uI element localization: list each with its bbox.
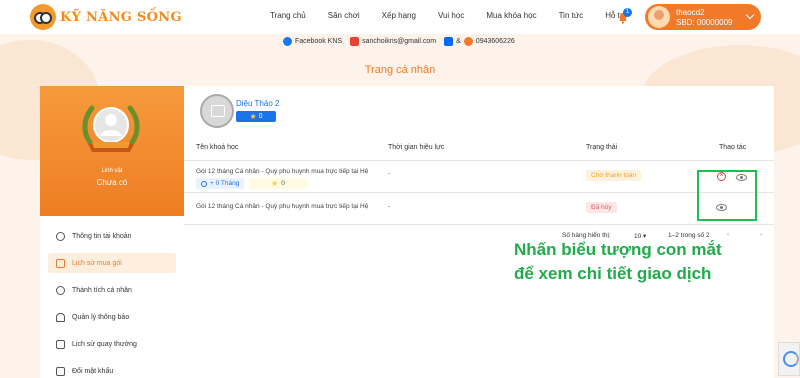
cart-icon (56, 258, 65, 268)
sidebar-item-spin-history[interactable]: Lịch sử quay thưởng (48, 334, 176, 354)
nav-ranking[interactable]: Xếp hạng (382, 11, 416, 20)
phone-link[interactable]: & 0943606226 (444, 37, 515, 46)
contact-bar: Facebook KNS sanchoikns@gmail.com & 0943… (283, 37, 523, 46)
instruction-line-1: Nhấn biểu tượng con mắt (514, 240, 722, 259)
clock-icon (201, 180, 207, 187)
bell-icon (56, 312, 65, 322)
nav-playground[interactable]: Sân chơi (328, 11, 360, 20)
prev-page-icon[interactable]: ‹ (727, 231, 729, 238)
main-content: Diệu Thảo 2 ★ 0 Tên khoá học Thời gian h… (184, 86, 774, 378)
user-menu[interactable]: thaocd2 SBD: 00000009 (645, 4, 761, 30)
chevron-down-icon (745, 10, 755, 20)
lock-icon (56, 366, 65, 376)
user-icon (56, 231, 65, 241)
sidebar-item-label: Thông tin tài khoản (72, 232, 132, 240)
header-validity: Thời gian hiệu lực (388, 144, 445, 151)
user-avatar (648, 6, 670, 28)
row1-months: + 0 Tháng (210, 180, 240, 187)
history-icon (56, 339, 65, 349)
sidebar-item-purchase-history[interactable]: Lịch sử mua gói (48, 253, 176, 273)
contact-ampersand: & (456, 38, 461, 45)
profile-name: Diệu Thảo 2 (236, 99, 280, 108)
image-placeholder-icon (211, 105, 225, 117)
divider (184, 160, 774, 161)
row1-months-chip: + 0 Tháng (196, 178, 245, 189)
row1-status-badge: Chờ thanh toán (586, 170, 642, 181)
row2-validity: - (388, 203, 391, 210)
recaptcha-badge[interactable] (778, 342, 800, 376)
rows-per-page-select[interactable]: 10 ▾ (634, 232, 646, 240)
main-nav: Trang chủ Sân chơi Xếp hạng Vui học Mua … (270, 11, 650, 20)
sidebar-item-label: Quản lý thông báo (72, 313, 130, 321)
sidebar: Linh vật Chưa có Thông tin tài khoản Lịc… (40, 86, 184, 378)
laurel-avatar-icon (82, 105, 140, 152)
sidebar-item-label: Lịch sử mua gói (72, 259, 122, 267)
header-status: Trạng thái (586, 144, 618, 151)
highlight-box (697, 170, 757, 221)
nav-home[interactable]: Trang chủ (270, 11, 306, 20)
nav-news[interactable]: Tin tức (559, 11, 584, 20)
next-page-icon[interactable]: › (760, 231, 762, 238)
sidebar-item-account-info[interactable]: Thông tin tài khoản (48, 226, 176, 246)
notification-count-badge: 1 (623, 8, 632, 17)
user-name: thaocd2 (676, 8, 705, 17)
page-title: Trang cá nhân (364, 64, 436, 76)
top-header: KỸ NĂNG SỐNG Trang chủ Sân chơi Xếp hạng… (0, 0, 800, 34)
pagination-range: 1–2 trong số 2 (668, 232, 710, 239)
instruction-line-2: để xem chi tiết giao dịch (514, 264, 712, 283)
nav-buy-course[interactable]: Mua khóa học (486, 11, 536, 20)
row1-validity: - (388, 170, 391, 177)
sidebar-item-label: Lịch sử quay thưởng (72, 340, 137, 348)
row2-course-name: Gói 12 tháng Cá nhân - Quý phụ huynh mua… (196, 203, 369, 210)
sidebar-item-change-password[interactable]: Đổi mật khẩu (48, 361, 176, 378)
logo-text: KỸ NĂNG SỐNG (60, 9, 182, 25)
zalo-icon (444, 37, 454, 46)
divider (184, 192, 774, 193)
sidebar-item-achievements[interactable]: Thành tích cá nhân (48, 280, 176, 300)
row2-status-badge: Đã hủy (586, 202, 617, 213)
facebook-label: Facebook KNS (295, 38, 343, 45)
phone-label: 0943606226 (475, 38, 515, 45)
profile-star-badge: ★ 0 (236, 111, 276, 122)
email-label: sanchoikns@gmail.com (362, 38, 437, 45)
email-link[interactable]: sanchoikns@gmail.com (350, 37, 436, 46)
phone-icon (463, 37, 473, 46)
rank-value: Chưa có (96, 178, 128, 187)
rows-per-page-value: 10 (634, 233, 642, 240)
star-icon: ★ (249, 112, 257, 121)
facebook-icon (283, 37, 292, 46)
header-actions: Thao tác (719, 144, 747, 151)
owl-logo-icon (30, 4, 56, 30)
user-sbd: SBD: 00000009 (676, 18, 733, 27)
divider (184, 224, 774, 225)
profile-avatar[interactable] (200, 94, 234, 128)
sidebar-item-notifications[interactable]: Quản lý thông báo (48, 307, 176, 327)
sidebar-item-label: Thành tích cá nhân (72, 286, 132, 294)
rows-per-page-label: Số hàng hiển thị: (562, 232, 611, 239)
site-logo[interactable]: KỸ NĂNG SỐNG (30, 4, 182, 30)
caret-down-icon: ▾ (643, 233, 647, 240)
medal-icon (56, 285, 65, 295)
facebook-link[interactable]: Facebook KNS (283, 37, 342, 46)
row1-stars: 0 (281, 180, 285, 187)
row1-stars-chip: ★ 0 (249, 178, 307, 189)
header-course-name: Tên khoá học (196, 144, 239, 151)
star-icon: ★ (271, 179, 279, 188)
row1-course-name: Gói 12 tháng Cá nhân - Quý phụ huynh mua… (196, 168, 369, 175)
nav-fun-learning[interactable]: Vui học (438, 11, 464, 20)
sidebar-item-label: Đổi mật khẩu (72, 367, 114, 375)
profile-stars: 0 (258, 113, 263, 120)
rank-label: Linh vật (101, 168, 123, 174)
gmail-icon (350, 37, 360, 46)
profile-card: Linh vật Chưa có (40, 86, 184, 216)
sidebar-menu: Thông tin tài khoản Lịch sử mua gói Thàn… (48, 226, 176, 378)
